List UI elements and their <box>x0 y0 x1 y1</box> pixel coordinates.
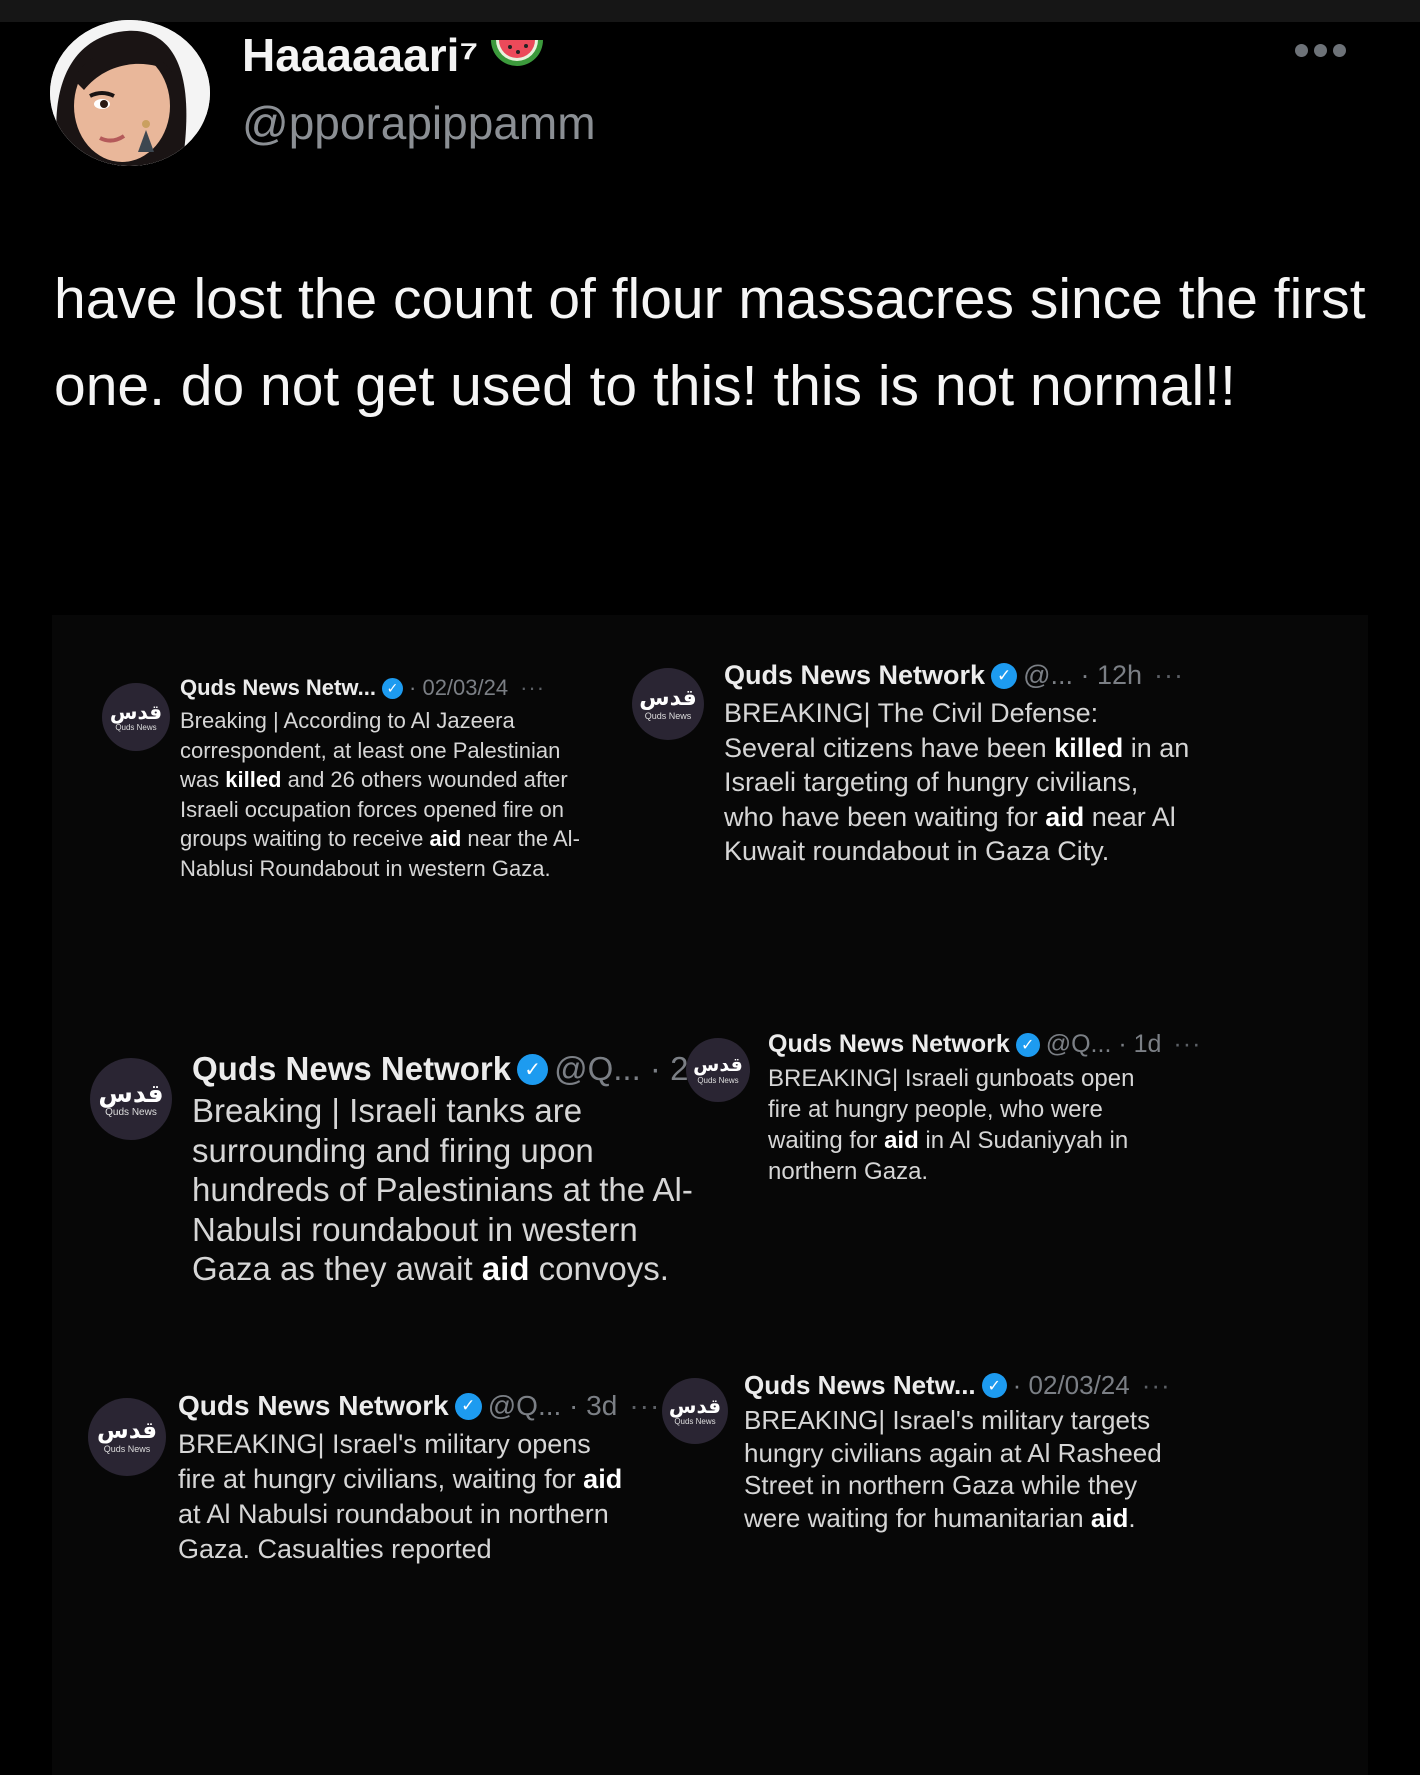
status-bar <box>0 0 1420 22</box>
quoted-tweet-header: Quds News Network ✓ @Q... · 3d ··· <box>178 1390 660 1422</box>
post-text: have lost the count of flour massacres s… <box>54 267 1366 418</box>
quoted-tweet-text: Breaking | Israeli tanks are surrounding… <box>192 1091 712 1289</box>
verified-badge-icon: ✓ <box>517 1053 549 1085</box>
quoted-account-name: Quds News Network <box>724 660 986 690</box>
text-segment: BREAKING| Israel's military opens fire a… <box>178 1429 591 1494</box>
verified-badge-icon: ✓ <box>1015 1032 1040 1057</box>
quds-news-logo: قدس Quds News <box>662 1378 728 1444</box>
emphasized-word: aid <box>481 1250 530 1287</box>
more-dot <box>1295 44 1308 57</box>
quds-news-logo: قدس Quds News <box>102 683 170 751</box>
logo-arabic-text: قدس <box>639 685 697 711</box>
quoted-tweet-text: BREAKING| Israeli gunboats open fire at … <box>768 1063 1168 1187</box>
text-segment: at Al Nabulsi roundabout in northern Gaz… <box>178 1499 609 1564</box>
avatar[interactable] <box>50 20 210 166</box>
quoted-tweet-meta: · 02/03/24 <box>409 675 509 700</box>
post-media-image[interactable]: قدس Quds News Quds News Netw... ✓ · 02/03/24… <box>52 615 1368 1775</box>
quoted-tweet-text: Breaking | According to Al Jazeera corre… <box>180 706 580 884</box>
quoted-tweet-header: Quds News Network✓@Q... · 2d··· <box>192 1050 755 1088</box>
emphasized-word: aid <box>1045 801 1085 832</box>
text-segment: BREAKING| The Civil Defense: Several cit… <box>724 698 1099 763</box>
quoted-tweet-header: Quds News Network ✓ @... · 12h ··· <box>724 660 1184 691</box>
quoted-tweet-meta: @Q... · 3d <box>487 1390 618 1421</box>
quoted-tweet-header: Quds News Network ✓ @Q... · 1d ··· <box>768 1030 1201 1059</box>
logo-english-text: Quds News <box>105 1106 157 1118</box>
emphasized-word: aid <box>429 826 462 852</box>
text-segment: convoys. <box>529 1250 669 1287</box>
logo-english-text: Quds News <box>103 1444 151 1454</box>
quoted-tweet-meta: @Q... · 2d <box>554 1050 707 1087</box>
more-options-icon[interactable] <box>1295 44 1346 57</box>
quoted-tweet-header: Quds News Netw... ✓ · 02/03/24 ··· <box>744 1370 1171 1401</box>
quoted-tweet-header: Quds News Netw... ✓ · 02/03/24 ··· <box>180 675 545 701</box>
quoted-tweet-text: BREAKING| Israel's military opens fire a… <box>178 1427 628 1567</box>
quoted-more-icon: ··· <box>629 1390 661 1421</box>
logo-arabic-text: قدس <box>96 1418 158 1444</box>
verified-badge-icon: ✓ <box>981 1373 1007 1398</box>
quoted-more-icon: ··· <box>1173 1030 1202 1058</box>
avatar-illustration <box>50 20 210 166</box>
logo-arabic-text: قدس <box>109 700 163 724</box>
text-segment: . <box>1128 1502 1136 1533</box>
logo-english-text: Quds News <box>697 1075 739 1085</box>
quds-news-logo: قدس Quds News <box>88 1398 166 1476</box>
emphasized-word: killed <box>225 767 282 793</box>
more-dot <box>1314 44 1327 57</box>
emphasized-word: aid <box>1090 1502 1129 1533</box>
verified-badge-icon: ✓ <box>454 1392 482 1420</box>
quoted-more-icon: ··· <box>1154 660 1185 690</box>
logo-arabic-text: قدس <box>693 1053 743 1076</box>
emphasized-word: aid <box>884 1127 919 1154</box>
logo-arabic-text: قدس <box>668 1394 722 1418</box>
logo-english-text: Quds News <box>674 1417 716 1426</box>
display-name[interactable]: Haaaaaari⁷ <box>242 28 546 82</box>
quoted-account-name: Quds News Network <box>768 1030 1010 1058</box>
quoted-account-name: Quds News Network <box>178 1390 449 1421</box>
watermelon-icon <box>491 40 544 66</box>
user-handle[interactable]: @pporapippamm <box>242 96 596 150</box>
quoted-account-name: Quds News Netw... <box>744 1370 976 1400</box>
quoted-tweet-meta: @Q... · 1d <box>1045 1030 1162 1058</box>
verified-badge-icon: ✓ <box>382 677 404 699</box>
quds-news-logo: قدس Quds News <box>686 1038 750 1102</box>
quoted-tweet-meta: · 02/03/24 <box>1012 1370 1130 1400</box>
more-dot <box>1333 44 1346 57</box>
verified-badge-icon: ✓ <box>991 662 1018 689</box>
quds-news-logo: قدس Quds News <box>90 1058 172 1140</box>
quoted-more-icon: ··· <box>1141 1370 1171 1400</box>
display-name-text: Haaaaaari⁷ <box>242 29 479 81</box>
quoted-tweet-text: BREAKING| The Civil Defense: Several cit… <box>724 696 1194 869</box>
quoted-tweet-meta: @... · 12h <box>1023 660 1143 690</box>
emphasized-word: aid <box>583 1464 623 1494</box>
quds-news-logo: قدس Quds News <box>632 668 704 740</box>
logo-arabic-text: قدس <box>98 1078 164 1108</box>
quoted-account-name: Quds News Network <box>192 1050 512 1087</box>
quoted-account-name: Quds News Netw... <box>180 675 377 700</box>
logo-english-text: Quds News <box>115 723 157 732</box>
quoted-more-icon: ··· <box>520 675 546 700</box>
quoted-tweet-text: BREAKING| Israel's military targets hung… <box>744 1404 1164 1534</box>
emphasized-word: killed <box>1054 732 1124 763</box>
logo-english-text: Quds News <box>644 710 692 721</box>
